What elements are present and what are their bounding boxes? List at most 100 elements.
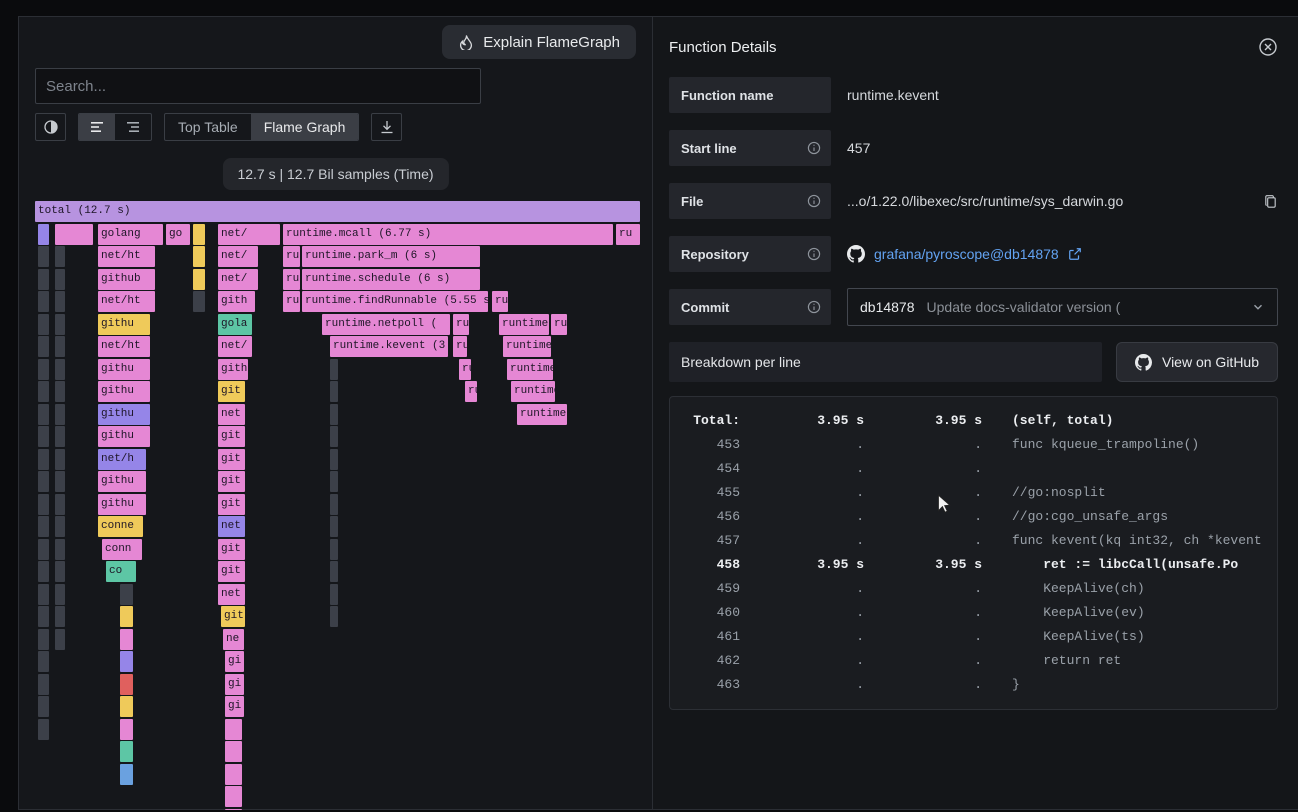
flame-cell[interactable] <box>330 404 338 425</box>
flame-cell[interactable]: runtime.netpoll ( <box>322 314 450 335</box>
flame-cell[interactable]: gith <box>218 291 255 312</box>
flame-cell[interactable] <box>55 224 93 245</box>
flame-cell[interactable] <box>55 246 65 267</box>
flame-cell[interactable]: runtime.park_m (6 s) <box>302 246 480 267</box>
flame-cell[interactable] <box>55 314 65 335</box>
flame-cell[interactable] <box>55 629 65 650</box>
search-input[interactable] <box>35 68 481 104</box>
flame-cell[interactable]: gi <box>225 674 244 695</box>
color-mode-button[interactable] <box>35 113 66 141</box>
flame-cell[interactable]: run <box>283 291 300 312</box>
flame-cell[interactable] <box>38 696 49 717</box>
flame-cell[interactable]: runtime <box>503 336 551 357</box>
flame-graph-tab[interactable]: Flame Graph <box>251 114 359 140</box>
flame-cell[interactable] <box>38 494 49 515</box>
flame-cell[interactable] <box>330 449 338 470</box>
close-button[interactable] <box>1258 37 1278 57</box>
flame-cell[interactable] <box>38 629 49 650</box>
flame-cell[interactable] <box>330 359 338 380</box>
explain-flamegraph-button[interactable]: Explain FlameGraph <box>442 25 636 59</box>
flame-cell[interactable]: githu <box>98 381 150 402</box>
flame-cell[interactable] <box>225 809 242 811</box>
flame-cell[interactable]: runtime <box>517 404 567 425</box>
flame-cell[interactable]: net/ <box>218 269 258 290</box>
flame-cell[interactable]: net/ <box>218 224 280 245</box>
flame-cell[interactable]: githu <box>98 314 150 335</box>
flame-cell[interactable]: ru <box>616 224 640 245</box>
flame-cell[interactable]: runtime <box>499 314 549 335</box>
flame-cell[interactable]: git <box>221 606 245 627</box>
flame-cell[interactable]: git <box>218 471 245 492</box>
copy-button[interactable] <box>1263 194 1278 209</box>
flame-cell[interactable] <box>225 719 242 740</box>
flame-cell[interactable]: git <box>218 449 245 470</box>
info-icon[interactable] <box>807 141 821 155</box>
flame-cell[interactable] <box>330 494 338 515</box>
flame-cell[interactable] <box>38 539 49 560</box>
flame-cell[interactable]: runtime.findRunnable (5.55 s <box>302 291 488 312</box>
flame-cell[interactable] <box>38 516 49 537</box>
flame-cell[interactable]: github <box>98 269 155 290</box>
info-icon[interactable] <box>807 300 821 314</box>
download-button[interactable] <box>371 113 402 141</box>
flame-cell[interactable]: gith <box>218 359 248 380</box>
repository-link[interactable]: grafana/pyroscope@db14878 <box>874 246 1059 262</box>
flame-cell[interactable] <box>193 246 205 267</box>
flame-cell[interactable]: net/ <box>218 246 258 267</box>
flame-cell[interactable]: ru <box>453 314 469 335</box>
align-left-button[interactable] <box>79 114 115 140</box>
flame-cell[interactable] <box>225 786 242 807</box>
flame-cell[interactable] <box>330 426 338 447</box>
flame-cell[interactable]: ru <box>492 291 508 312</box>
flame-cell[interactable]: githu <box>98 359 150 380</box>
flame-cell[interactable]: total (12.7 s) <box>35 201 640 222</box>
flame-cell[interactable] <box>55 494 65 515</box>
flame-cell[interactable]: conne <box>98 516 143 537</box>
flame-cell[interactable]: git <box>218 561 245 582</box>
flame-cell[interactable] <box>38 584 49 605</box>
flame-cell[interactable]: gi <box>225 696 244 717</box>
flame-cell[interactable]: githu <box>98 494 146 515</box>
flame-cell[interactable] <box>38 561 49 582</box>
flame-cell[interactable]: net <box>218 584 245 605</box>
flame-cell[interactable]: git <box>218 539 245 560</box>
flame-cell[interactable]: ru <box>551 314 567 335</box>
flame-cell[interactable] <box>55 561 65 582</box>
flame-cell[interactable] <box>120 674 133 695</box>
flame-cell[interactable] <box>225 764 242 785</box>
flame-cell[interactable] <box>330 539 338 560</box>
flame-cell[interactable]: net/h <box>98 449 146 470</box>
flame-cell[interactable]: go <box>166 224 190 245</box>
flame-cell[interactable] <box>193 224 205 245</box>
flame-cell[interactable] <box>38 404 49 425</box>
flame-cell[interactable]: githu <box>98 471 146 492</box>
flame-cell[interactable] <box>38 291 49 312</box>
flame-cell[interactable]: net <box>218 404 245 425</box>
flame-cell[interactable] <box>120 606 133 627</box>
flame-cell[interactable] <box>55 336 65 357</box>
flame-cell[interactable] <box>225 741 242 762</box>
flame-cell[interactable]: gola <box>218 314 252 335</box>
flame-cell[interactable]: ru <box>465 381 477 402</box>
align-justify-button[interactable] <box>115 114 151 140</box>
flame-cell[interactable]: runtime <box>507 359 553 380</box>
flame-cell[interactable] <box>330 471 338 492</box>
flame-cell[interactable]: ru <box>459 359 471 380</box>
info-icon[interactable] <box>807 194 821 208</box>
flame-cell[interactable] <box>38 314 49 335</box>
flame-cell[interactable] <box>120 651 133 672</box>
flame-cell[interactable] <box>55 381 65 402</box>
view-on-github-button[interactable]: View on GitHub <box>1116 342 1278 382</box>
flame-cell[interactable] <box>55 404 65 425</box>
flame-cell[interactable] <box>193 291 205 312</box>
flame-cell[interactable] <box>55 359 65 380</box>
flame-cell[interactable]: ne <box>223 629 244 650</box>
flame-cell[interactable]: run <box>283 246 300 267</box>
flame-cell[interactable] <box>38 449 49 470</box>
flame-cell[interactable] <box>55 539 65 560</box>
flame-cell[interactable]: githu <box>98 426 150 447</box>
flame-cell[interactable] <box>120 629 133 650</box>
flame-cell[interactable] <box>330 561 338 582</box>
flame-cell[interactable]: conn <box>102 539 142 560</box>
flame-cell[interactable] <box>38 336 49 357</box>
